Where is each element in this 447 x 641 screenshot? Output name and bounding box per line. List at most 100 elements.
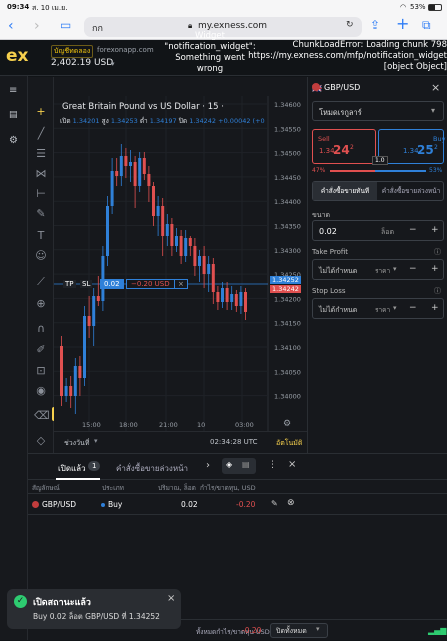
demo-badge: บัญชีทดลอง (51, 45, 94, 58)
tab-pending-orders[interactable]: คำสั่งซื้อขายล่วงหน้า (116, 462, 188, 475)
eye-icon[interactable]: ◉ (34, 384, 48, 398)
chunk-error-text: ChunkLoadError: Loading chunk 798 https:… (248, 40, 447, 72)
settings-icon[interactable]: ⚙ (9, 135, 18, 146)
brush-icon[interactable]: ✎ (34, 207, 48, 221)
price-chart[interactable]: 1.34600 1.34550 1.34500 1.34450 1.34400 1.343… (54, 96, 307, 453)
text-icon[interactable]: T (34, 229, 48, 243)
price-tick-label: 1.34450 (274, 174, 301, 182)
volume-field[interactable]: 0.02 ล็อต − + (312, 220, 444, 241)
more-options-icon[interactable]: ⋮ (268, 460, 277, 470)
tp-unit[interactable]: ราคา (375, 266, 390, 276)
sl-plus-button[interactable]: + (431, 303, 439, 313)
magnet-icon[interactable]: ∩ (34, 322, 48, 336)
tp-unit-chevron-icon[interactable]: ▾ (393, 265, 397, 273)
price-tick-label: 1.34200 (274, 295, 301, 303)
candle-body (170, 224, 174, 246)
mode-select[interactable]: โหมดเรกูลาร์ ▾ (312, 101, 444, 121)
bid-price-tag: 1.34242 (270, 285, 301, 293)
pair-flag-icon (312, 83, 320, 91)
chart-settings-icon[interactable]: ⚙ (283, 419, 291, 429)
fib-icon[interactable]: ☰ (34, 147, 48, 161)
lock-icon-2[interactable]: ⊡ (34, 364, 48, 378)
chart-area[interactable]: 1.34600 1.34550 1.34500 1.34450 1.34400 1.343… (54, 77, 307, 453)
projection-icon[interactable]: ⊢ (34, 187, 48, 201)
time-tick-label: 10 (197, 421, 205, 429)
volume-plus-button[interactable]: + (431, 225, 439, 235)
emoji-icon[interactable]: ☺ (34, 249, 48, 263)
crosshair-icon[interactable]: + (34, 105, 48, 119)
candle-body (69, 386, 73, 396)
candle-body (244, 292, 247, 312)
tab-market-order[interactable]: คำสั่งซื้อขายทันที (313, 182, 377, 200)
sl-value[interactable]: ไม่ได้กำหนด (319, 305, 357, 316)
tp-plus-button[interactable]: + (431, 264, 439, 274)
sl-unit[interactable]: ราคา (375, 305, 390, 315)
account-balance[interactable]: 2,402.19 USD (51, 58, 113, 68)
tab-open-positions[interactable]: เปิดแล้ว (58, 462, 86, 475)
orders-icon[interactable]: ▤ (9, 110, 18, 120)
chevron-down-icon[interactable]: ▾ (111, 60, 115, 68)
tp-minus-button[interactable]: − (409, 264, 417, 274)
time-tick-label: 15:00 (82, 421, 101, 429)
candle-body (175, 236, 178, 246)
tp-button[interactable]: TP (63, 280, 76, 288)
buy-label: Buy (433, 135, 446, 143)
zoom-icon[interactable]: ⊕ (34, 297, 48, 311)
trendline-icon[interactable]: ╱ (34, 127, 48, 141)
toast-close-icon[interactable]: × (167, 593, 175, 604)
ios-status-bar: 09:34 ส. 10 เม.ย. ◠ 53% (0, 0, 447, 14)
position-close-button[interactable]: × (174, 279, 188, 289)
battery-icon (428, 4, 442, 11)
candle-body (230, 294, 234, 302)
book-icon[interactable]: ▭ (60, 15, 71, 35)
new-tab-icon[interactable]: + (396, 14, 409, 34)
close-positions-panel-icon[interactable]: × (288, 459, 296, 470)
signal-icon: ▂▄▆ (428, 626, 447, 635)
list-view-icon[interactable]: ▤ (242, 460, 250, 469)
auto-scale-button[interactable]: อัตโนมัติ (276, 438, 302, 449)
forward-icon[interactable]: › (34, 16, 40, 36)
tab-pending-order[interactable]: คำสั่งซื้อขายล่วงหน้า (378, 182, 444, 200)
lock-drawing-icon[interactable]: ✐ (34, 343, 48, 357)
pattern-icon[interactable]: ⋈ (34, 167, 48, 181)
tp-info-icon[interactable]: ⓘ (434, 247, 441, 257)
panel-close-icon[interactable]: × (431, 81, 440, 94)
toast-body: Buy 0.02 ล็อต GBP/USD ที่ 1.34252 (33, 612, 160, 621)
candle-body (110, 171, 114, 206)
position-lot[interactable]: 0.02 (100, 279, 124, 289)
grouped-view-icon[interactable]: ◈ (226, 460, 232, 469)
close-position-icon[interactable]: ⊗ (287, 498, 295, 508)
tabs-icon[interactable]: ⧉ (422, 15, 431, 35)
tp-field[interactable]: ไม่ได้กำหนด ราคา ▾ − + (312, 259, 444, 280)
sl-info-icon[interactable]: ⓘ (434, 286, 441, 296)
buy-button[interactable]: Buy 1.34 25 2 (378, 129, 446, 164)
diamond-icon[interactable]: ◇ (34, 434, 48, 448)
volume-minus-button[interactable]: − (409, 225, 417, 235)
close-all-label[interactable]: ปิดทั้งหมด (276, 626, 307, 637)
table-row[interactable]: GBP/USD Buy 0.02 -0.20 ✎ ⊗ (28, 493, 447, 515)
sl-minus-button[interactable]: − (409, 303, 417, 313)
back-icon[interactable]: ‹ (8, 16, 14, 36)
tp-value[interactable]: ไม่ได้กำหนด (319, 266, 357, 277)
reader-aa[interactable]: กก (92, 21, 103, 35)
date-range-button[interactable]: ช่วงวันที่ (64, 438, 89, 449)
range-chevron-icon[interactable]: ▾ (94, 437, 98, 445)
close-all-chevron-icon[interactable]: ▾ (316, 625, 320, 633)
menu-icon[interactable]: ≡ (9, 85, 17, 96)
sell-button[interactable]: Sell 1.34 24 2 (312, 129, 376, 164)
ruler-icon[interactable]: ⟋ (34, 275, 48, 289)
sl-button[interactable]: SL (80, 280, 93, 288)
trash-icon[interactable]: ⌫ (34, 409, 50, 423)
reload-icon[interactable]: ↻ (346, 20, 354, 30)
sl-field[interactable]: ไม่ได้กำหนด ราคา ▾ − + (312, 298, 444, 319)
sl-unit-chevron-icon[interactable]: ▾ (393, 304, 397, 312)
col-type: ประเภท (102, 484, 124, 492)
status-time: 09:34 (7, 3, 30, 11)
col-symbol: สัญลักษณ์ (32, 484, 60, 492)
share-icon[interactable]: ⇪ (370, 15, 380, 35)
exness-logo[interactable]: ex (6, 46, 29, 66)
volume-value[interactable]: 0.02 (319, 227, 337, 236)
candle-body (92, 296, 96, 326)
edit-position-icon[interactable]: ✎ (271, 499, 278, 508)
tabs-scroll-right-icon[interactable]: › (206, 460, 210, 471)
